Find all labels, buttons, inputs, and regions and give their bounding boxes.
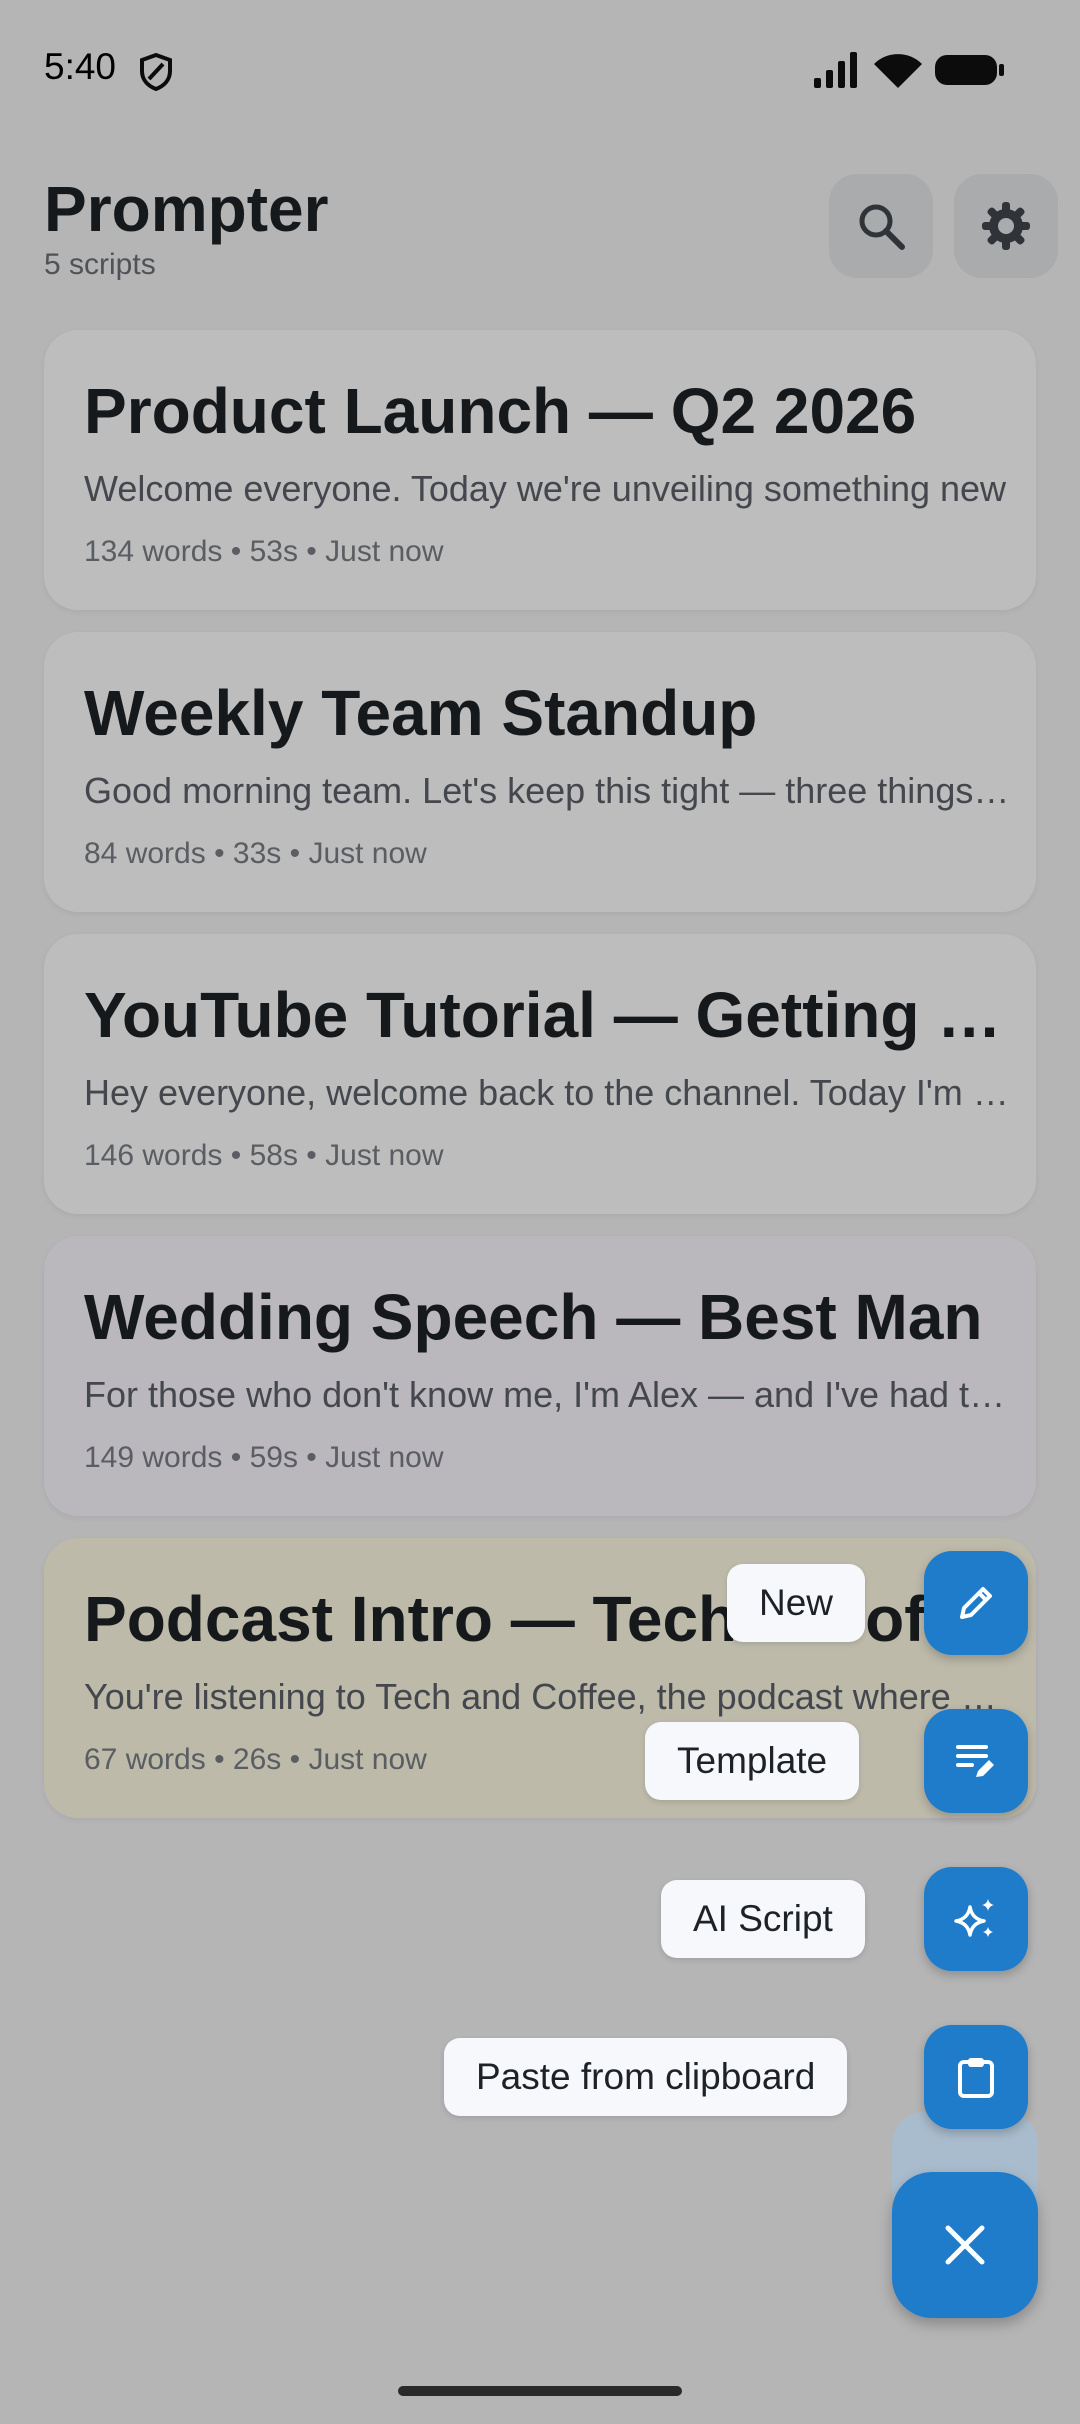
pencil-icon (960, 1587, 992, 1619)
home-indicator[interactable] (398, 2386, 682, 2396)
close-speed-dial-button[interactable] (892, 2172, 1038, 2318)
template-button[interactable] (924, 1709, 1028, 1813)
ai-script-label[interactable]: AI Script (661, 1880, 865, 1958)
paste-clipboard-button[interactable] (924, 2025, 1028, 2129)
prompter-screen: 5:40 Prompter 5 scripts Product Launch —… (0, 0, 1080, 2424)
sparkles-icon (954, 1899, 994, 1937)
paste-label[interactable]: Paste from clipboard (444, 2038, 848, 2116)
close-icon (945, 2225, 985, 2265)
clipboard-icon (958, 2058, 994, 2098)
template-label[interactable]: Template (645, 1722, 860, 1800)
template-icon (956, 1745, 994, 1777)
ai-script-button[interactable] (924, 1867, 1028, 1971)
new-script-button[interactable] (924, 1551, 1028, 1655)
new-label[interactable]: New (727, 1564, 866, 1642)
